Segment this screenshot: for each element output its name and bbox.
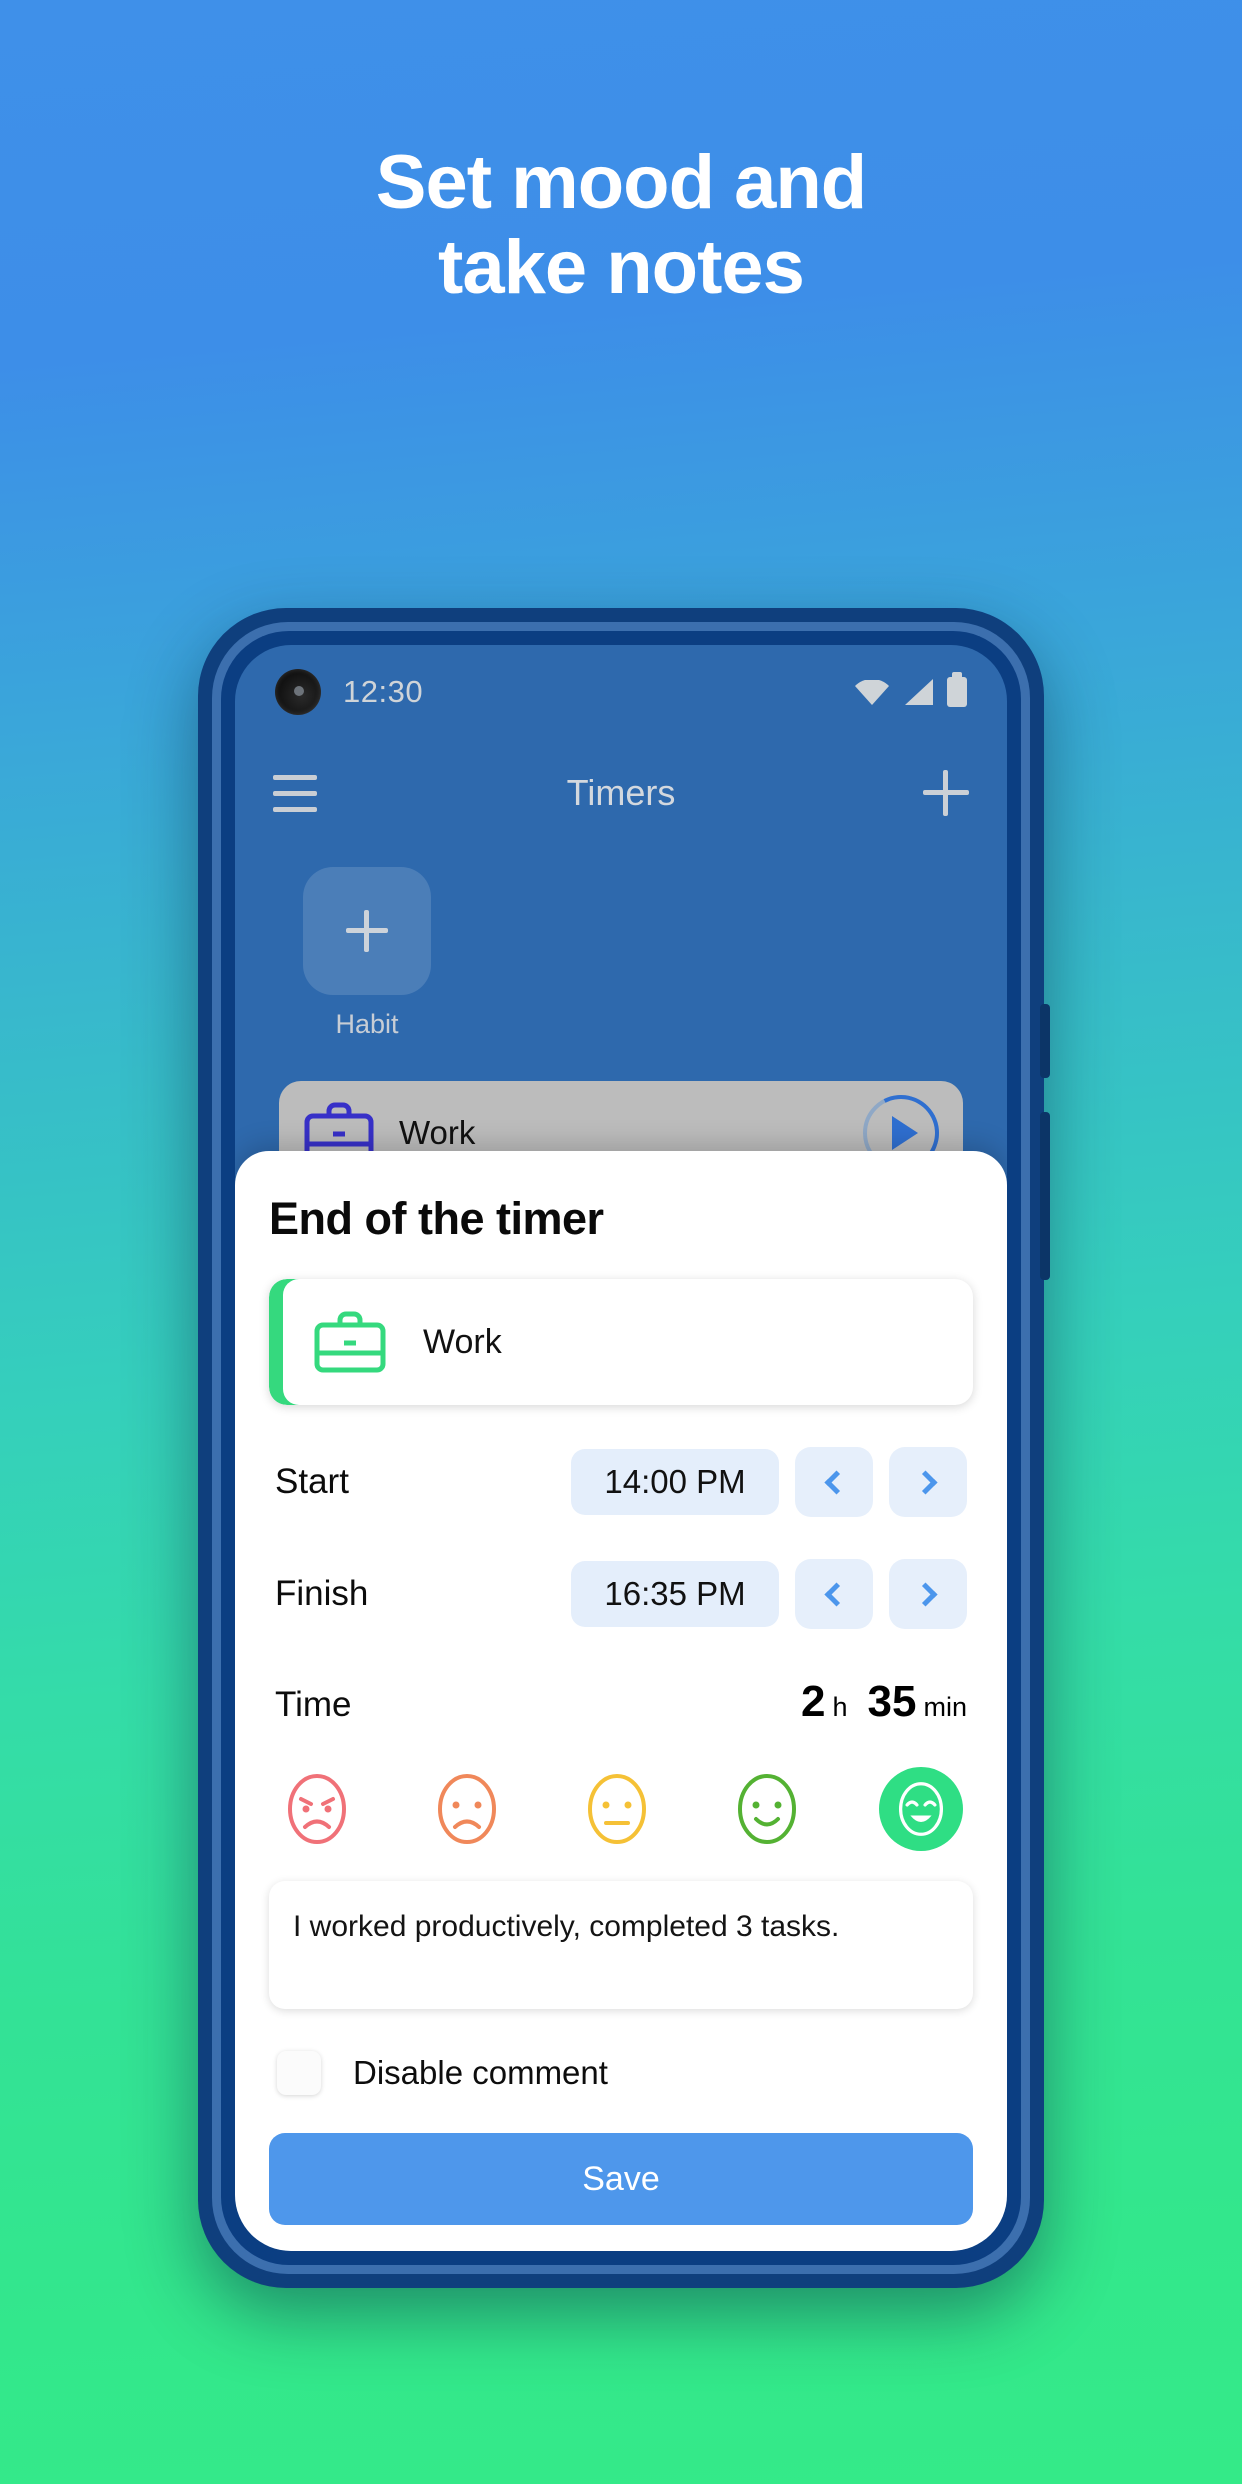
phone-power-button xyxy=(1040,1112,1050,1280)
finish-decrement-button[interactable] xyxy=(795,1559,873,1629)
start-value[interactable]: 14:00 PM xyxy=(571,1449,779,1515)
start-decrement-button[interactable] xyxy=(795,1447,873,1517)
promo-headline-line1: Set mood and xyxy=(375,140,867,225)
promo-headline-line2: take notes xyxy=(438,225,805,311)
play-triangle xyxy=(892,1116,918,1150)
start-label: Start xyxy=(275,1462,349,1501)
chevron-left-icon xyxy=(824,1469,849,1495)
dialog-title: End of the timer xyxy=(269,1193,604,1244)
mood-good[interactable] xyxy=(729,1771,805,1847)
phone-mockup: 12:30 Timers Habit Work End of the timer… xyxy=(198,608,1050,2288)
mood-neutral[interactable] xyxy=(579,1771,655,1847)
disable-comment-row[interactable]: Disable comment xyxy=(269,2051,973,2095)
finish-increment-button[interactable] xyxy=(889,1559,967,1629)
disable-comment-checkbox[interactable] xyxy=(277,2051,321,2095)
mood-angry[interactable] xyxy=(279,1771,355,1847)
chevron-left-icon xyxy=(824,1581,849,1607)
hamburger-menu-icon[interactable] xyxy=(273,774,317,812)
promo-headline: Set mood and take notes xyxy=(0,140,1242,310)
habit-add-box[interactable] xyxy=(303,867,431,995)
timer-summary-card[interactable]: Work xyxy=(269,1279,973,1405)
duration-hours-unit: h xyxy=(832,1692,848,1722)
duration-hours: 2 xyxy=(801,1677,826,1726)
timer-row-label: Work xyxy=(399,1114,476,1151)
duration-row: Time 2 h 35 min xyxy=(269,1677,973,1727)
add-timer-button[interactable] xyxy=(923,770,969,816)
chevron-right-icon xyxy=(913,1581,938,1607)
duration-minutes-unit: min xyxy=(923,1692,967,1722)
duration-label: Time xyxy=(275,1685,352,1724)
briefcase-icon xyxy=(314,1311,386,1373)
page-title: Timers xyxy=(566,772,676,813)
phone-frame-inner: 12:30 Timers Habit Work End of the timer… xyxy=(221,631,1021,2265)
app-bar: Timers xyxy=(235,739,1007,847)
wifi-icon xyxy=(855,679,889,705)
status-bar: 12:30 xyxy=(235,645,1007,739)
phone-screen: 12:30 Timers Habit Work End of the timer… xyxy=(235,645,1007,2251)
disable-comment-label: Disable comment xyxy=(353,2054,608,2091)
start-increment-button[interactable] xyxy=(889,1447,967,1517)
comment-textarea[interactable]: I worked productively, completed 3 tasks… xyxy=(269,1881,973,2009)
finish-label: Finish xyxy=(275,1574,369,1613)
timer-card-label: Work xyxy=(423,1322,502,1361)
start-time-row: Start 14:00 PM xyxy=(269,1447,973,1517)
phone-frame-highlight: 12:30 Timers Habit Work End of the timer… xyxy=(212,622,1030,2274)
front-camera-punchhole xyxy=(275,669,321,715)
end-of-timer-dialog: End of the timer Work Start 14:00 PM Fin… xyxy=(235,1151,1007,2251)
duration-value: 2 h 35 min xyxy=(801,1677,967,1727)
duration-minutes: 35 xyxy=(867,1677,917,1726)
chevron-right-icon xyxy=(913,1469,938,1495)
mood-sad[interactable] xyxy=(429,1771,505,1847)
habit-add-tile[interactable]: Habit xyxy=(297,867,437,1040)
habit-tile-label: Habit xyxy=(335,1009,399,1039)
battery-icon xyxy=(947,677,967,707)
finish-time-row: Finish 16:35 PM xyxy=(269,1559,973,1629)
status-clock: 12:30 xyxy=(343,674,424,709)
plus-icon xyxy=(346,910,388,952)
mood-selector xyxy=(269,1767,973,1851)
phone-volume-button xyxy=(1040,1004,1050,1078)
cellular-signal-icon xyxy=(905,679,933,705)
mood-great-face xyxy=(898,1782,944,1836)
save-button[interactable]: Save xyxy=(269,2133,973,2225)
status-icons xyxy=(855,677,967,707)
finish-value[interactable]: 16:35 PM xyxy=(571,1561,779,1627)
mood-great[interactable] xyxy=(879,1767,963,1851)
